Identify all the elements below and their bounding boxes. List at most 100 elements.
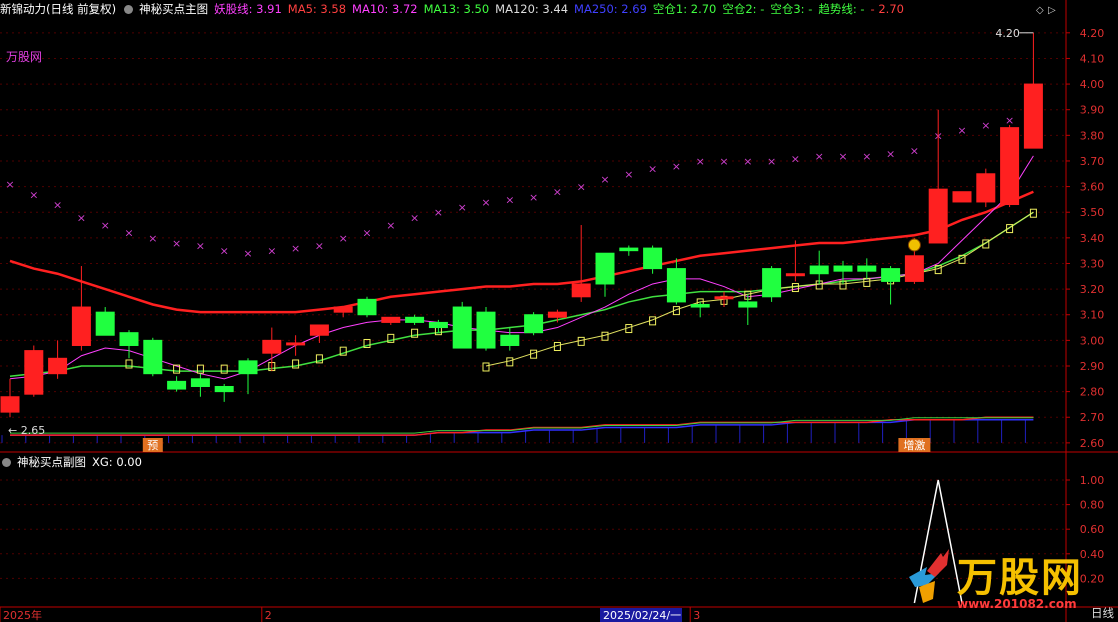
yaogu-mark: ×: [291, 242, 300, 255]
ma13-line: [9, 211, 1034, 377]
sub-panel-header: 神秘买点副图 XG: 0.00: [0, 454, 148, 470]
price-tick-label: 3.00: [1080, 334, 1105, 347]
candle-body: [571, 283, 591, 298]
candle-body: [952, 191, 972, 203]
candle-body: [809, 265, 829, 275]
price-tick-label: 4.10: [1080, 52, 1105, 65]
indicator-values: 妖股线: 3.91 MA5: 3.58 MA10: 3.72 MA13: 3.50 MA…: [214, 2, 910, 16]
candle-body: [738, 301, 758, 308]
candle-body: [500, 334, 520, 346]
yaogu-mark: ×: [243, 247, 252, 260]
candle-body: [24, 350, 44, 395]
yaogu-mark: ×: [648, 163, 657, 176]
yaogu-mark: ×: [838, 150, 847, 163]
price-tick-label: 3.40: [1080, 232, 1105, 245]
yaogu-mark: ×: [886, 147, 895, 160]
yaogu-mark: ×: [362, 227, 371, 240]
price-tick-label: 3.50: [1080, 206, 1105, 219]
yaogu-mark: ×: [386, 219, 395, 232]
brand-logo: 万股网 www.201082.com: [905, 545, 1095, 615]
sub-tick-label: 0.60: [1080, 523, 1105, 536]
yaogu-mark: ×: [53, 199, 62, 212]
indicator-value: 妖股线: 3.91: [214, 2, 282, 16]
trend-box: [601, 331, 609, 341]
price-tick-label: 3.30: [1080, 257, 1105, 270]
yaogu-mark: ×: [29, 188, 38, 201]
bull-icon: [909, 549, 949, 603]
candle-body: [928, 188, 948, 244]
candle-body: [381, 316, 401, 323]
candle-body: [595, 252, 615, 285]
indicator-value: 空仓1: 2.70: [652, 2, 717, 16]
sub-indicator-settings-icon[interactable]: [2, 458, 11, 467]
yaogu-mark: ×: [315, 240, 324, 253]
sub-indicator-name[interactable]: 神秘买点副图: [17, 455, 86, 469]
price-tick-label: 3.70: [1080, 155, 1105, 168]
candle-body: [190, 378, 210, 387]
candle-body: [476, 311, 496, 349]
stock-title[interactable]: 新锦动力(日线 前复权): [0, 2, 116, 16]
yaogu-mark: ×: [5, 178, 14, 191]
candle-body: [238, 360, 258, 375]
candle-body: [690, 303, 710, 308]
candle-body: [714, 296, 734, 300]
kline-chart[interactable]: 4.20 4.10 4.00 3.90 3.80 3.70 3.60 3.50 3.40 3.30…: [0, 0, 1118, 622]
yaogu-mark: ×: [124, 227, 133, 240]
candle-body: [619, 247, 639, 252]
sub-tick-label: 0.80: [1080, 499, 1105, 512]
candle-body: [428, 321, 448, 329]
candle-body: [309, 324, 329, 336]
price-tick-label: 3.80: [1080, 129, 1105, 142]
yaogu-mark: ×: [862, 150, 871, 163]
trend-box: [577, 336, 585, 346]
price-tick-label: 3.20: [1080, 283, 1105, 296]
yaogu-mark: ×: [981, 119, 990, 132]
yaogu-mark: ×: [339, 232, 348, 245]
main-indicator-name[interactable]: 神秘买点主图: [139, 2, 208, 16]
yaogu-mark: ×: [743, 155, 752, 168]
candle-body: [452, 306, 472, 349]
candle-body: [762, 268, 782, 298]
price-tick-label: 4.00: [1080, 78, 1105, 91]
candle-body: [167, 380, 187, 390]
candle-body: [333, 306, 353, 313]
indicator-value: MA10: 3.72: [352, 2, 418, 16]
ma120-line: [9, 190, 1034, 314]
buy-signal-icon: [907, 238, 921, 252]
yaogu-mark: ×: [148, 232, 157, 245]
yaogu-mark: ×: [791, 152, 800, 165]
indicator-value: MA13: 3.50: [423, 2, 490, 16]
price-tick-label: 2.90: [1080, 360, 1105, 373]
candle-body: [524, 314, 544, 334]
yaogu-mark: ×: [481, 196, 490, 209]
candle-body: [643, 247, 663, 270]
indicator-value: 空仓3: -: [770, 2, 813, 16]
yaogu-mark: ×: [101, 219, 110, 232]
yaogu-mark: ×: [434, 206, 443, 219]
sub-tick-label: 1.00: [1080, 474, 1105, 487]
yaogu-mark: ×: [672, 160, 681, 173]
candle-body: [666, 268, 686, 303]
yaogu-mark: ×: [458, 201, 467, 214]
cursor-date: 2025/02/24/一: [603, 609, 681, 622]
yaogu-mark: ×: [220, 245, 229, 258]
price-tick-label: 3.90: [1080, 104, 1105, 117]
candle-body: [405, 316, 425, 323]
indicator-settings-icon[interactable]: [124, 5, 134, 14]
yaogu-mark: ×: [719, 155, 728, 168]
high-marker-label: 4.20: [995, 27, 1020, 40]
candle-body: [214, 385, 234, 393]
price-tick-label: 3.60: [1080, 181, 1105, 194]
candle-body: [0, 396, 20, 413]
price-tick-label: 2.70: [1080, 411, 1105, 424]
brand-watermark: 万股网: [6, 50, 43, 64]
date-label: 3: [693, 609, 700, 622]
yaogu-mark: ×: [815, 150, 824, 163]
yaogu-mark: ×: [957, 124, 966, 137]
yaogu-mark: ×: [410, 211, 419, 224]
candle-body: [785, 273, 805, 277]
yaogu-mark: ×: [767, 155, 776, 168]
candle-body: [48, 357, 68, 375]
ma10-line: [9, 155, 1034, 380]
logo-brand-text: 万股网: [957, 555, 1083, 601]
